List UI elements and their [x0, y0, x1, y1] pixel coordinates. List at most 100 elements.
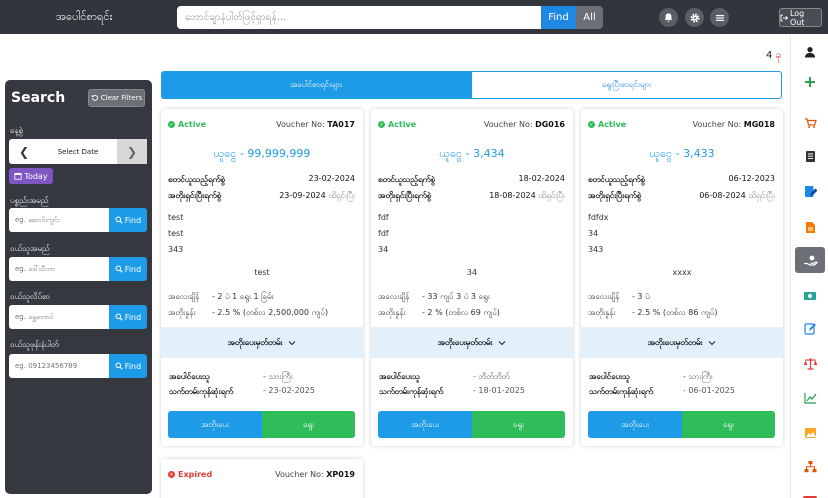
voucher-label: Voucher No:: [483, 120, 533, 129]
item-name-find-button[interactable]: Find: [109, 208, 147, 232]
start-date-row: စတင်ယူသည့်ရက်စွဲ 23-02-2024: [168, 174, 355, 186]
rate-row: အတိုးနှုန်း - 2 % (တစ်လ 69 ကျပ်): [378, 307, 500, 319]
pawn-card: ✕ Expired Voucher No: XP019: [161, 459, 363, 498]
select-date-field[interactable]: Select Date: [39, 139, 117, 164]
buyer-address-find-button[interactable]: Find: [109, 305, 147, 329]
item-name-label: ပစ္စည်းအမည်: [10, 196, 49, 205]
sidebar-item-more[interactable]: [795, 486, 825, 498]
buyer-address-input[interactable]: [9, 305, 109, 329]
end-date-label: အတိုးရှင်းပြီးရက်စွဲ: [588, 191, 642, 200]
payer-row: အပေါင်ပေးသူ - ဘိတ်ဘိတ်: [379, 371, 509, 383]
weight-row: အလေးချိန် - 33 ကျပ် 3 ပဲ 3 ရွေး: [378, 291, 490, 303]
expiry-label: သက်တမ်းကုန်ဆုံးရက်: [379, 387, 444, 396]
logout-button[interactable]: Log Out: [779, 8, 822, 27]
buyer-address-label: ဝယ်သူလိပ်စာ: [10, 292, 50, 301]
sidebar-item-report[interactable]: [795, 214, 825, 240]
edit-list-icon: [804, 185, 817, 197]
chevron-down-icon: [289, 340, 296, 345]
pay-interest-button[interactable]: အတိုးပေး: [168, 411, 262, 438]
sidebar-item-profile[interactable]: [795, 39, 825, 65]
weight-label: အလေးချိန်: [378, 292, 410, 301]
menu-icon: [715, 14, 724, 21]
sidebar-item-cash[interactable]: [795, 283, 825, 309]
result-count-value: 4: [766, 50, 773, 61]
buyer-phone-input[interactable]: [9, 354, 109, 378]
menu-button[interactable]: [710, 8, 729, 27]
sidebar-item-edit-list[interactable]: [795, 178, 825, 204]
top-all-button[interactable]: All: [576, 6, 603, 29]
sidebar-item-hierarchy[interactable]: [795, 453, 825, 479]
today-button[interactable]: Today: [9, 168, 53, 184]
buyer-name-find-button[interactable]: Find: [109, 257, 147, 281]
expiry-value: - 23-02-2025: [263, 386, 315, 395]
voucher-value: XP019: [326, 470, 355, 479]
redeem-button[interactable]: ရွေး: [472, 411, 565, 438]
rate-label: အတိုးနှုန်း: [378, 308, 406, 317]
gear-icon: [689, 12, 700, 23]
payer-row: အပေါင်ပေးသူ - သားကြီး: [169, 371, 293, 383]
user-icon: [805, 47, 815, 58]
interest-history-toggle[interactable]: အတိုးပေးမှတ်တမ်း: [581, 327, 783, 358]
voucher-number: Voucher No: MG018: [693, 120, 775, 129]
right-sidebar: [790, 34, 828, 498]
start-date-label: စတင်ယူသည့်ရက်စွဲ: [168, 175, 225, 184]
end-date-row: အတိုးရှင်းပြီးရက်စွဲ 06-08-2024 ထိရှင်းပြ…: [588, 190, 775, 202]
logout-label: Log Out: [789, 8, 805, 27]
find-label: Find: [124, 215, 142, 225]
note-line: 34: [588, 229, 599, 238]
hierarchy-icon: [804, 460, 816, 472]
sidebar-item-pawn[interactable]: [795, 247, 825, 273]
image-icon: [804, 428, 816, 438]
today-label: Today: [24, 171, 48, 181]
sidebar-item-cart[interactable]: [795, 110, 825, 136]
pay-interest-button[interactable]: အတိုးပေး: [378, 411, 472, 438]
interest-history-toggle[interactable]: အတိုးပေးမှတ်တမ်း: [371, 327, 573, 358]
sidebar-item-gallery[interactable]: [795, 420, 825, 446]
app-title[interactable]: အပေါင်စာရင်း: [56, 10, 112, 26]
sidebar-item-chart[interactable]: [795, 385, 825, 411]
weight-value: - 33 ကျပ် 3 ပဲ 3 ရွေး: [422, 292, 490, 301]
chevron-right-icon: ❯: [126, 144, 138, 159]
notification-button[interactable]: [659, 8, 678, 27]
x-circle-icon: ✕: [168, 471, 175, 478]
sidebar-item-documents[interactable]: [795, 143, 825, 169]
pay-interest-button[interactable]: အတိုးပေး: [588, 411, 682, 438]
voucher-label: Voucher No:: [276, 120, 325, 129]
sidebar-item-scale[interactable]: [795, 350, 825, 376]
scale-icon: [803, 357, 817, 370]
start-date-label: စတင်ယူသည့်ရက်စွဲ: [588, 175, 645, 184]
sidebar-item-add[interactable]: [795, 69, 825, 95]
date-prev-button[interactable]: ❮: [9, 139, 39, 164]
interest-history-label: အတိုးပေးမှတ်တမ်း: [647, 337, 703, 347]
search-icon: [115, 313, 123, 321]
date-next-button[interactable]: ❯: [117, 139, 147, 164]
item-description: 34: [466, 268, 478, 277]
status-badge: ✓ Active: [168, 120, 206, 129]
tab-pawn-list[interactable]: အပေါင်စာရင်းများ: [161, 71, 471, 99]
note-line: fdfdx: [588, 213, 609, 222]
voucher-value: MG018: [743, 120, 775, 129]
note-line: fdf: [378, 213, 389, 222]
expiry-row: သက်တမ်းကုန်ဆုံးရက် - 06-01-2025: [589, 386, 735, 398]
voucher-label: Voucher No:: [275, 470, 324, 479]
sidebar-item-edit[interactable]: [795, 315, 825, 341]
redeem-button[interactable]: ရွေး: [682, 411, 775, 438]
redeem-button[interactable]: ရွေး: [262, 411, 355, 438]
start-date-value: 18-02-2024: [518, 174, 566, 183]
settings-button[interactable]: [685, 8, 704, 27]
start-date-row: စတင်ယူသည့်ရက်စွဲ 18-02-2024: [378, 174, 565, 186]
buyer-phone-find-button[interactable]: Find: [109, 354, 147, 378]
top-find-button[interactable]: Find: [541, 6, 576, 29]
status-badge: ✕ Expired: [168, 470, 212, 479]
voucher-number: Voucher No: TA017: [276, 120, 355, 129]
item-name-input[interactable]: [9, 208, 109, 232]
clear-filters-button[interactable]: Clear Filters: [88, 89, 145, 107]
voucher-search-input[interactable]: [177, 6, 542, 29]
end-date-value: 23-09-2024: [279, 191, 326, 200]
expiry-label: သက်တမ်းကုန်ဆုံးရက်: [169, 387, 234, 396]
tab-redeemed-list[interactable]: ရွေးပြီးစာရင်းများ: [471, 71, 782, 99]
rate-label: အတိုးနှုန်း: [588, 308, 616, 317]
buyer-name-input[interactable]: [9, 257, 109, 281]
interest-history-toggle[interactable]: အတိုးပေးမှတ်တမ်း: [161, 327, 363, 358]
search-icon: [115, 216, 123, 224]
